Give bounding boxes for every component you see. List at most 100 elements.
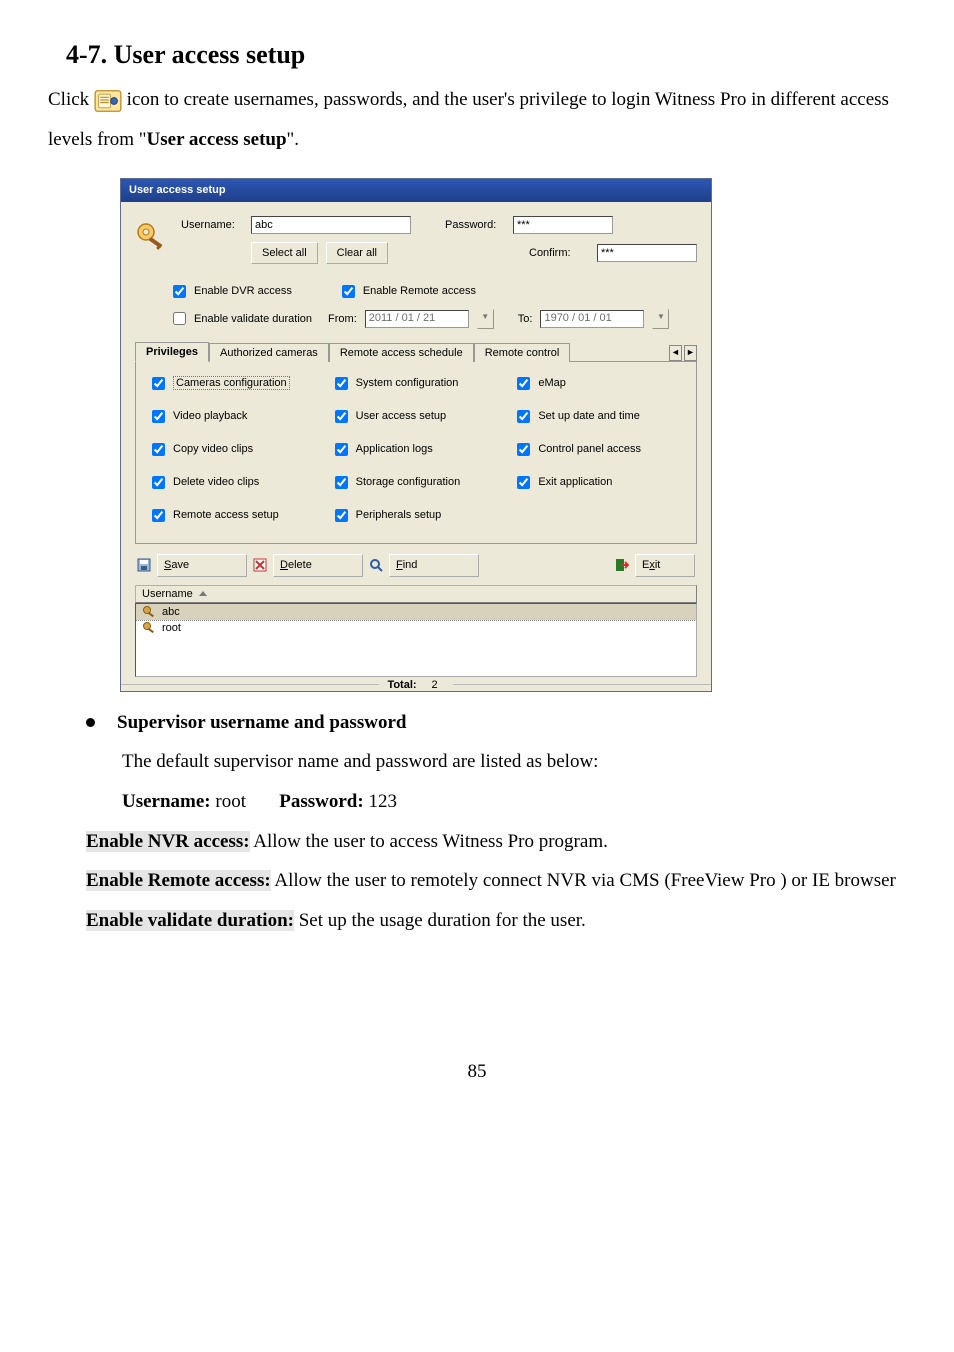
tab-remote-schedule[interactable]: Remote access schedule [329, 343, 474, 362]
enable-nvr-label: Enable NVR access: [86, 831, 250, 852]
key-icon [135, 216, 171, 256]
select-all-button[interactable]: Select all [251, 242, 318, 264]
cred-username-label: Username: [122, 791, 211, 812]
enable-validate-line: Enable validate duration: Set up the usa… [86, 901, 906, 941]
enable-nvr-line: Enable NVR access: Allow the user to acc… [86, 822, 906, 862]
find-button[interactable]: Find [389, 554, 479, 577]
enable-validate-label: Enable validate duration: [86, 910, 294, 931]
cred-password-label: Password: [279, 791, 363, 812]
enable-remote-label: Enable Remote access: [86, 870, 271, 891]
cb-user-access[interactable]: User access setup [331, 407, 484, 426]
lbl-delete-clips: Delete video clips [173, 476, 259, 488]
lbl-periph-setup: Peripherals setup [356, 509, 442, 521]
lbl-emap: eMap [538, 377, 566, 389]
username-label: Username: [181, 219, 243, 231]
intro-end: ". [287, 129, 300, 150]
intro-bold: User access setup [147, 129, 287, 150]
lbl-exit-app: Exit application [538, 476, 612, 488]
password-label: Password: [445, 219, 505, 231]
delete-icon [253, 558, 267, 572]
cb-app-logs[interactable]: Application logs [331, 440, 484, 459]
lbl-user-access: User access setup [356, 410, 446, 422]
privileges-panel: Cameras configuration System configurati… [135, 362, 697, 544]
lbl-storage-config: Storage configuration [356, 476, 461, 488]
cb-storage-config[interactable]: Storage configuration [331, 473, 484, 492]
cb-remote-setup[interactable]: Remote access setup [148, 506, 301, 525]
to-date-input[interactable]: 1970 / 01 / 01 [540, 310, 644, 328]
intro-paragraph: Click icon to create usernames, password… [48, 80, 906, 160]
tab-privileges[interactable]: Privileges [135, 342, 209, 362]
enable-dvr-label: Enable DVR access [194, 285, 292, 297]
enable-validate-text: Set up the usage duration for the user. [294, 910, 586, 931]
cb-date-time[interactable]: Set up date and time [513, 407, 666, 426]
intro-prefix: Click [48, 89, 94, 110]
to-dropdown[interactable]: ▼ [652, 309, 669, 329]
username-column-header: Username [142, 588, 193, 600]
save-icon [137, 558, 151, 572]
tabs: Privileges Authorized cameras Remote acc… [135, 341, 697, 362]
user-list-header[interactable]: Username [135, 585, 697, 603]
user-row-root[interactable]: root [136, 620, 696, 636]
to-label: To: [518, 313, 533, 325]
page-number: 85 [48, 1061, 906, 1083]
sort-asc-icon [199, 591, 207, 596]
supervisor-bullet: Supervisor username and password [86, 712, 906, 734]
delete-button[interactable]: Delete [273, 554, 363, 577]
enable-nvr-text: Allow the user to access Witness Pro pro… [250, 831, 608, 852]
user-list-container: Username abc root [135, 585, 697, 677]
cb-exit-app[interactable]: Exit application [513, 473, 666, 492]
enable-validate-checkbox[interactable]: Enable validate duration [169, 309, 312, 328]
cred-username-val: root [211, 791, 246, 812]
total-row: Total: 2 [121, 677, 711, 691]
lbl-panel-access: Control panel access [538, 443, 641, 455]
enable-remote-line: Enable Remote access: Allow the user to … [86, 861, 906, 901]
heading: 4-7. User access setup [66, 40, 906, 70]
action-bar: Save Delete Find Exit [135, 544, 697, 585]
cb-panel-access[interactable]: Control panel access [513, 440, 666, 459]
lbl-cameras-config: Cameras configuration [173, 376, 290, 390]
cb-copy-clips[interactable]: Copy video clips [148, 440, 301, 459]
user-access-dialog: User access setup Username: Password: [120, 178, 712, 692]
lbl-date-time: Set up date and time [538, 410, 640, 422]
total-value: 2 [425, 679, 445, 691]
lbl-video-playback: Video playback [173, 410, 247, 422]
user-row-abc[interactable]: abc [136, 604, 696, 620]
bullet-icon [86, 718, 95, 727]
cb-emap[interactable]: eMap [513, 374, 666, 393]
cb-video-playback[interactable]: Video playback [148, 407, 301, 426]
cb-cameras-config[interactable]: Cameras configuration [148, 374, 301, 393]
clear-all-button[interactable]: Clear all [326, 242, 388, 264]
default-line: The default supervisor name and password… [122, 742, 906, 782]
cred-password-val: 123 [364, 791, 397, 812]
from-date-input[interactable]: 2011 / 01 / 21 [365, 310, 469, 328]
cb-periph-setup[interactable]: Peripherals setup [331, 506, 484, 525]
tab-remote-control[interactable]: Remote control [474, 343, 571, 362]
enable-remote-checkbox[interactable]: Enable Remote access [338, 282, 476, 301]
user-key-icon [142, 621, 156, 635]
user-access-icon [94, 89, 122, 113]
tabs-scroll-left[interactable]: ◄ [669, 345, 682, 361]
supervisor-heading: Supervisor username and password [117, 712, 406, 734]
user-row-name: root [162, 622, 181, 634]
cb-delete-clips[interactable]: Delete video clips [148, 473, 301, 492]
user-key-icon [142, 605, 156, 619]
find-icon [369, 558, 383, 572]
lbl-copy-clips: Copy video clips [173, 443, 253, 455]
enable-remote-label: Enable Remote access [363, 285, 476, 297]
confirm-input[interactable] [597, 244, 697, 262]
credentials-line: Username: root Password: 123 [122, 782, 906, 822]
password-input[interactable] [513, 216, 613, 234]
enable-dvr-checkbox[interactable]: Enable DVR access [169, 282, 292, 301]
tab-authorized-cameras[interactable]: Authorized cameras [209, 343, 329, 362]
enable-validate-label: Enable validate duration [194, 313, 312, 325]
cb-system-config[interactable]: System configuration [331, 374, 484, 393]
enable-remote-text: Allow the user to remotely connect NVR v… [271, 870, 896, 891]
username-input[interactable] [251, 216, 411, 234]
from-dropdown[interactable]: ▼ [477, 309, 494, 329]
exit-icon [615, 558, 629, 572]
dialog-title: User access setup [121, 179, 711, 202]
exit-button[interactable]: Exit [635, 554, 695, 577]
save-button[interactable]: Save [157, 554, 247, 577]
lbl-remote-setup: Remote access setup [173, 509, 279, 521]
tabs-scroll-right[interactable]: ► [684, 345, 697, 361]
